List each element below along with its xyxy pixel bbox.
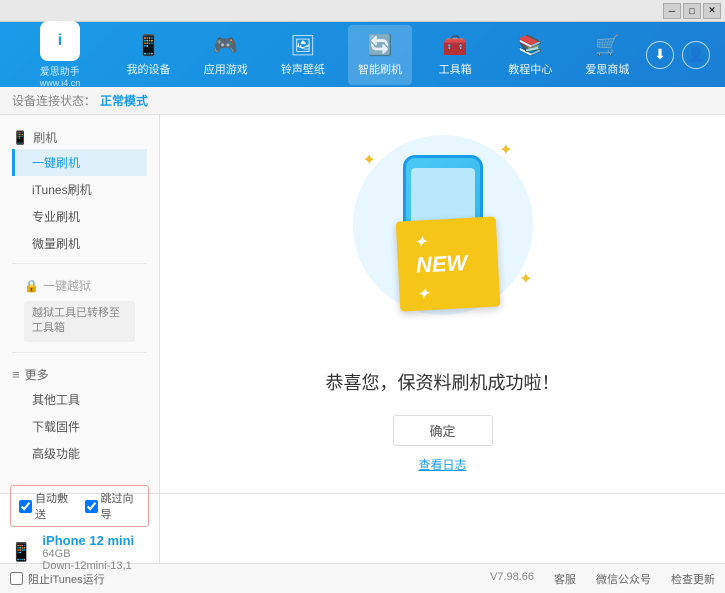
sidebar-flash-section: 📱 刷机 一键刷机 iTunes刷机 专业刷机 微量刷机 bbox=[0, 120, 159, 259]
nav-my-device[interactable]: 📱 我的设备 bbox=[117, 25, 181, 85]
logo-text: 爱思助手 www.i4.cn bbox=[40, 63, 81, 88]
store-icon: 🛒 bbox=[595, 33, 620, 58]
sidebar-flash-header: 📱 刷机 bbox=[12, 126, 147, 149]
confirm-button[interactable]: 确定 bbox=[393, 415, 493, 446]
nav-wallpaper[interactable]: 🖼 铃声壁纸 bbox=[271, 25, 335, 85]
auto-detect-checkbox[interactable] bbox=[19, 500, 32, 513]
title-bar: ─ □ ✕ bbox=[0, 0, 725, 22]
download-button[interactable]: ⬇ bbox=[646, 41, 674, 69]
checkbox-group: 自动敷送 跳过向导 bbox=[10, 485, 149, 527]
close-button[interactable]: ✕ bbox=[703, 3, 721, 19]
device-icon: 📱 bbox=[10, 542, 32, 563]
sidebar-jailbreak-header: 🔒 一键越狱 bbox=[12, 274, 147, 297]
nav-store[interactable]: 🛒 爱思商城 bbox=[575, 25, 639, 85]
main-layout: 📱 刷机 一键刷机 iTunes刷机 专业刷机 微量刷机 🔒 一键越狱 bbox=[0, 115, 725, 493]
footer-left: 阻止iTunes运行 bbox=[10, 571, 105, 587]
device-info: iPhone 12 mini 64GB Down-12mini-13,1 bbox=[42, 533, 134, 572]
maximize-button[interactable]: □ bbox=[683, 3, 701, 19]
device-name: iPhone 12 mini bbox=[42, 533, 134, 548]
sparkle-3: ✦ bbox=[519, 269, 532, 289]
sidebar-item-download-firmware[interactable]: 下载固件 bbox=[12, 413, 147, 440]
nav-bar: 📱 我的设备 🎮 应用游戏 🖼 铃声壁纸 🔄 智能刷机 🧰 工具箱 📚 教程中心… bbox=[110, 22, 646, 87]
device-storage: 64GB bbox=[42, 548, 134, 560]
user-button[interactable]: 👤 bbox=[682, 41, 710, 69]
status-value: 正常模式 bbox=[100, 92, 148, 109]
minimize-button[interactable]: ─ bbox=[663, 3, 681, 19]
stop-itunes-checkbox[interactable] bbox=[10, 572, 23, 585]
sidebar-item-itunes-flash[interactable]: iTunes刷机 bbox=[12, 176, 147, 203]
sidebar-item-one-click-flash[interactable]: 一键刷机 bbox=[12, 149, 147, 176]
content-bottom bbox=[160, 494, 725, 563]
divider-1 bbox=[12, 263, 147, 264]
sparkle-2: ✦ bbox=[499, 140, 512, 160]
sidebar-item-other-tools[interactable]: 其他工具 bbox=[12, 386, 147, 413]
status-label: 设备连接状态： bbox=[12, 92, 96, 109]
phone-illustration: ✦ ✦ ✦ NEW bbox=[343, 135, 543, 349]
logo-icon: i bbox=[40, 21, 80, 61]
logo-area: i 爱思助手 www.i4.cn bbox=[10, 21, 110, 88]
refresh-icon: 🔄 bbox=[368, 33, 393, 58]
footer-right: V7.98.66 客服 微信公众号 检查更新 bbox=[490, 571, 715, 587]
nav-smart-flash[interactable]: 🔄 智能刷机 bbox=[348, 25, 412, 85]
nav-apps[interactable]: 🎮 应用游戏 bbox=[194, 25, 258, 85]
phone-icon: 📱 bbox=[136, 33, 161, 58]
support-link[interactable]: 客服 bbox=[554, 571, 576, 587]
sidebar-item-pro-flash[interactable]: 专业刷机 bbox=[12, 203, 147, 230]
image-icon: 🖼 bbox=[290, 33, 315, 58]
phone-section-icon: 📱 bbox=[12, 130, 28, 146]
auto-detect-label[interactable]: 自动敷送 bbox=[19, 490, 75, 522]
nav-toolbox[interactable]: 🧰 工具箱 bbox=[425, 25, 485, 85]
sidebar-item-advanced[interactable]: 高级功能 bbox=[12, 440, 147, 467]
book-icon: 📚 bbox=[518, 33, 543, 58]
new-badge: NEW bbox=[395, 216, 500, 311]
lock-icon: 🔒 bbox=[24, 279, 39, 293]
window-controls[interactable]: ─ □ ✕ bbox=[663, 3, 721, 19]
success-message: 恭喜您，保资料刷机成功啦！ bbox=[326, 369, 560, 395]
nav-tutorial[interactable]: 📚 教程中心 bbox=[498, 25, 562, 85]
game-icon: 🎮 bbox=[213, 33, 238, 58]
divider-2 bbox=[12, 352, 147, 353]
skip-wizard-checkbox[interactable] bbox=[85, 500, 98, 513]
sidebar-more-section: ≡ 更多 其他工具 下载固件 高级功能 bbox=[0, 357, 159, 469]
sidebar-more-header: ≡ 更多 bbox=[12, 363, 147, 386]
version-text: V7.98.66 bbox=[490, 571, 534, 587]
sidebar-jailbreak-note: 越狱工具已转移至工具箱 bbox=[24, 301, 135, 342]
toolbox-icon: 🧰 bbox=[443, 33, 468, 58]
header: i 爱思助手 www.i4.cn 📱 我的设备 🎮 应用游戏 🖼 铃声壁纸 🔄 … bbox=[0, 22, 725, 87]
device-row: 📱 iPhone 12 mini 64GB Down-12mini-13,1 bbox=[10, 533, 149, 572]
sidebar: 📱 刷机 一键刷机 iTunes刷机 专业刷机 微量刷机 🔒 一键越狱 bbox=[0, 115, 160, 493]
header-right: ⬇ 👤 bbox=[646, 41, 715, 69]
status-bar: 设备连接状态： 正常模式 bbox=[0, 87, 725, 115]
stop-itunes-label[interactable]: 阻止iTunes运行 bbox=[28, 571, 105, 587]
wechat-link[interactable]: 微信公众号 bbox=[596, 571, 651, 587]
skip-wizard-label[interactable]: 跳过向导 bbox=[85, 490, 141, 522]
sidebar-item-save-flash[interactable]: 微量刷机 bbox=[12, 230, 147, 257]
content-area: ✦ ✦ ✦ NEW 恭喜您，保资料刷机成功啦！ 确定 查看日志 bbox=[160, 115, 725, 493]
sparkle-1: ✦ bbox=[363, 150, 376, 170]
sidebar-jailbreak-section: 🔒 一键越狱 越狱工具已转移至工具箱 bbox=[0, 268, 159, 348]
check-update-link[interactable]: 检查更新 bbox=[671, 571, 715, 587]
view-log-link[interactable]: 查看日志 bbox=[418, 456, 466, 473]
menu-icon: ≡ bbox=[12, 367, 20, 382]
sidebar-bottom: 自动敷送 跳过向导 📱 iPhone 12 mini 64GB Down-12m… bbox=[0, 494, 160, 563]
